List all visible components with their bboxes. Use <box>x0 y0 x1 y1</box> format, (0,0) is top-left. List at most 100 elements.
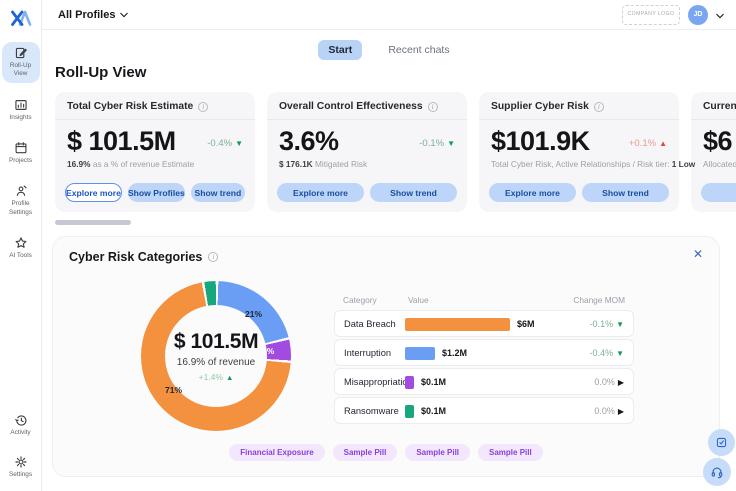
chat-tabs: Start Recent chats <box>42 40 736 60</box>
show-trend-button[interactable]: Show trend <box>370 183 457 202</box>
feedback-icon <box>715 436 728 449</box>
pill-sample-pill-2[interactable]: Sample Pill <box>405 444 470 461</box>
info-icon[interactable]: i <box>198 102 208 112</box>
arrow-flat-icon: ▶ <box>618 378 624 387</box>
col-header-category: Category <box>343 295 377 305</box>
page-title: Roll-Up View <box>55 64 146 81</box>
row-category: Misappropriation <box>344 377 413 387</box>
arrow-down-icon: ▼ <box>616 320 624 329</box>
cards-horizontal-scrollbar[interactable] <box>55 220 131 225</box>
suggestion-pills: Financial Exposure Sample Pill Sample Pill… <box>53 444 719 461</box>
sidebar-item-insights[interactable]: Insights <box>2 94 40 126</box>
info-icon[interactable]: i <box>208 252 218 262</box>
arrow-down-icon: ▼ <box>447 139 455 148</box>
explore-more-button[interactable]: Explore more <box>65 183 122 202</box>
show-trend-button[interactable]: Show trend <box>191 183 245 202</box>
explore-more-button[interactable]: Explore more <box>701 183 736 202</box>
card-subtitle: Allocated <box>703 159 736 169</box>
arrow-down-icon: ▼ <box>616 349 624 358</box>
table-row-data-breach[interactable]: Data Breach $6M -0.1%▼ <box>334 310 634 337</box>
row-value: $0.1M <box>421 406 446 416</box>
account-chevron-down-icon[interactable] <box>716 6 724 24</box>
sidebar-item-aitools[interactable]: AI Tools <box>2 232 40 264</box>
table-header-row: Category Value Change MOM <box>334 295 634 310</box>
row-category: Interruption <box>344 348 391 358</box>
panel-title: Cyber Risk Categories <box>69 250 202 264</box>
sidebar-item-rollup[interactable]: Roll-Up View <box>2 42 40 83</box>
rollup-view-icon <box>14 46 28 60</box>
change-indicator: -0.4%▼ <box>207 138 243 149</box>
card-subtitle: $ 176.1K Mitigated Risk <box>279 159 455 169</box>
sidebar-item-profile[interactable]: Profile Settings <box>2 180 40 221</box>
sidebar-item-label: Roll-Up View <box>3 62 39 79</box>
card-subtitle: 16.9% as a % of revenue Estimate <box>67 159 243 169</box>
show-profiles-button[interactable]: Show Profiles <box>128 183 185 202</box>
donut-center: $ 101.5M 16.9% of revenue +1.4% ▲ <box>141 281 291 431</box>
settings-icon <box>14 455 28 469</box>
activity-icon <box>14 413 28 427</box>
row-change: -0.1%▼ <box>590 319 624 329</box>
row-change: 0.0%▶ <box>594 377 624 387</box>
sidebar-item-activity[interactable]: Activity <box>2 409 40 441</box>
sidebar-item-label: Settings <box>9 471 32 479</box>
sidebar: Roll-Up View Insights Projects Profile Sett… <box>0 0 42 491</box>
row-value: $0.1M <box>421 377 446 387</box>
sidebar-item-label: Profile Settings <box>3 200 39 217</box>
metric-card-2: Supplier Cyber Riski$101.9K+0.1%▲Total C… <box>479 92 679 212</box>
row-value: $6M <box>517 319 535 329</box>
change-indicator: +0.1%▲ <box>629 138 667 149</box>
arrow-up-icon: ▲ <box>226 373 233 382</box>
sidebar-item-projects[interactable]: Projects <box>2 137 40 169</box>
sidebar-nav: Roll-Up View Insights Projects Profile Sett… <box>0 42 41 264</box>
arrow-down-icon: ▼ <box>235 139 243 148</box>
table-row-ransomware[interactable]: Ransomware$0.1M0.0%▶ <box>334 397 634 424</box>
row-category: Ransomware <box>344 406 399 416</box>
card-title: Overall Control Effectiveness <box>279 101 423 112</box>
explore-more-button[interactable]: Explore more <box>489 183 576 202</box>
card-value: $6 <box>703 126 736 157</box>
pill-sample-pill-3[interactable]: Sample Pill <box>478 444 543 461</box>
risk-category-table: Category Value Change MOM Data Breach $6M… <box>334 295 634 426</box>
info-icon[interactable]: i <box>594 102 604 112</box>
info-icon[interactable]: i <box>428 102 438 112</box>
show-trend-button[interactable]: Show trend <box>582 183 669 202</box>
risk-donut-chart: $ 101.5M 16.9% of revenue +1.4% ▲ 71% 21… <box>141 281 291 431</box>
ai-tools-icon <box>14 236 28 250</box>
row-value-bar <box>405 318 510 331</box>
col-header-change-mom: Change MOM <box>573 295 625 305</box>
arrow-flat-icon: ▶ <box>618 407 624 416</box>
metric-card-3: Currenti$6AllocatedExplore more <box>691 92 736 212</box>
app-logo-icon[interactable] <box>9 6 33 30</box>
card-title: Total Cyber Risk Estimate <box>67 101 193 112</box>
close-icon[interactable]: ✕ <box>693 247 703 261</box>
feedback-button[interactable] <box>708 429 735 456</box>
insights-icon <box>14 98 28 112</box>
tab-recent-chats[interactable]: Recent chats <box>378 40 459 60</box>
profile-selector-label: All Profiles <box>58 9 115 21</box>
row-category: Data Breach <box>344 319 396 329</box>
main-area: All Profiles COMPANY LOGO JD Start Recent… <box>42 0 736 491</box>
sidebar-item-settings[interactable]: Settings <box>2 451 40 483</box>
sidebar-bottom-nav: Activity Settings <box>2 409 40 483</box>
card-title: Current <box>703 101 736 112</box>
sidebar-item-label: Projects <box>9 157 32 165</box>
sidebar-item-label: Activity <box>10 429 30 437</box>
topbar: All Profiles COMPANY LOGO JD <box>42 0 736 30</box>
chevron-down-icon <box>120 9 128 21</box>
explore-more-button[interactable]: Explore more <box>277 183 364 202</box>
tab-start[interactable]: Start <box>318 40 362 60</box>
projects-icon <box>14 141 28 155</box>
avatar[interactable]: JD <box>688 5 708 25</box>
pill-sample-pill-1[interactable]: Sample Pill <box>333 444 398 461</box>
table-row-interruption[interactable]: Interruption$1.2M-0.4%▼ <box>334 339 634 366</box>
metric-card-1: Overall Control Effectivenessi3.6%-0.1%▼… <box>267 92 467 212</box>
donut-total-value: $ 101.5M <box>174 330 258 354</box>
table-row-misappropriation[interactable]: Misappropriation $0.1M 0.0%▶ <box>334 368 634 395</box>
row-value-bar <box>405 405 414 418</box>
support-button[interactable] <box>703 458 731 486</box>
cyber-risk-categories-panel: Cyber Risk Categories i ✕ $ 101.5M 16.9%… <box>52 236 720 477</box>
donut-change: +1.4% ▲ <box>199 372 234 382</box>
profile-selector-dropdown[interactable]: All Profiles <box>58 9 128 21</box>
pill-financial-exposure[interactable]: Financial Exposure <box>229 444 324 461</box>
donut-subtitle: 16.9% of revenue <box>177 357 255 368</box>
